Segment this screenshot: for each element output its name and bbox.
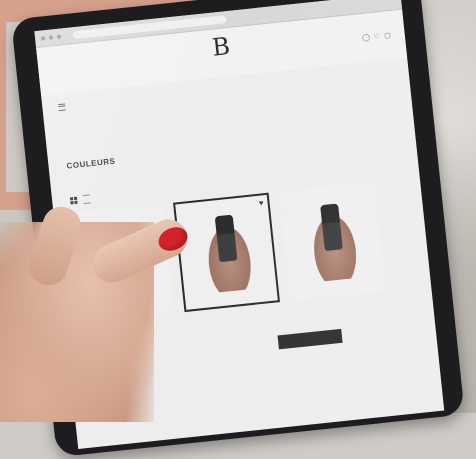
wishlist-heart-icon[interactable]: ♥ <box>258 198 264 207</box>
user-icon[interactable]: ◯ <box>362 33 371 42</box>
product-card[interactable] <box>278 181 386 302</box>
hamburger-menu-icon[interactable] <box>58 102 66 111</box>
list-view-icon[interactable] <box>82 194 91 205</box>
brand-logo[interactable]: B <box>210 31 232 62</box>
browser-dot-icon <box>48 35 54 40</box>
grid-view-icon[interactable] <box>69 196 78 205</box>
browser-dot-icon <box>56 34 62 39</box>
logo-text: B <box>210 31 232 62</box>
header-icons: ◯ ♡ ▢ <box>362 31 391 42</box>
browser-dot-icon <box>40 36 46 41</box>
product-card-selected[interactable]: ♥ <box>173 192 281 313</box>
cart-icon[interactable]: ▢ <box>384 31 391 40</box>
load-more-button[interactable] <box>277 328 343 350</box>
heart-icon[interactable]: ♡ <box>373 32 381 41</box>
